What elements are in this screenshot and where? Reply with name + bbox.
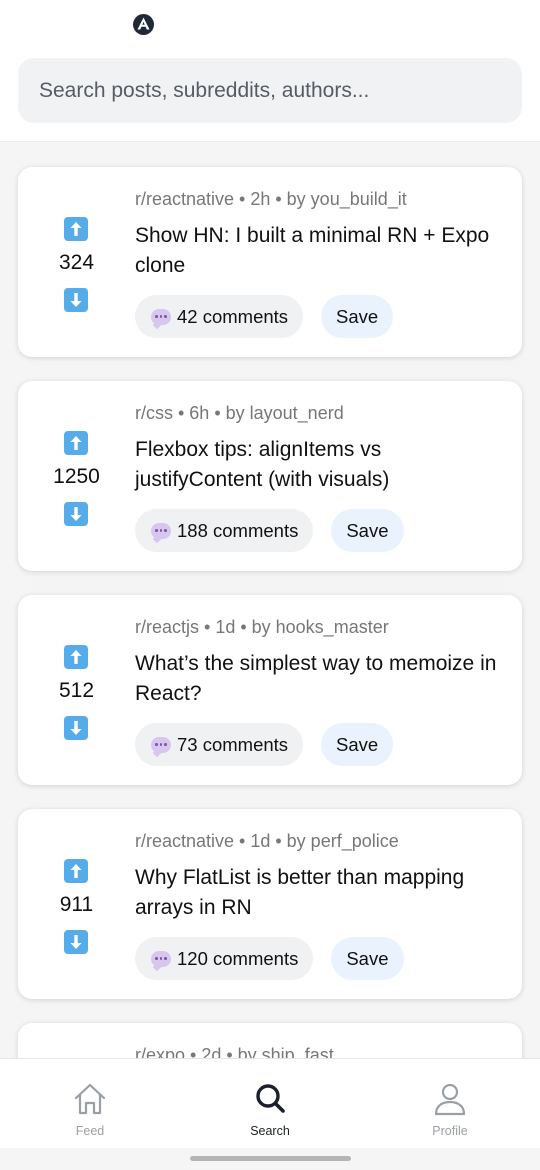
comments-button[interactable]: 42 comments <box>135 295 304 338</box>
post-feed[interactable]: 324 r/reactnative • 2h • by you_build_it… <box>0 143 540 1058</box>
downvote-icon[interactable] <box>64 930 88 954</box>
post-meta[interactable]: r/reactnative • 2h • by you_build_it <box>135 189 407 210</box>
tab-search[interactable]: Search <box>180 1059 360 1149</box>
save-button[interactable]: Save <box>331 937 404 980</box>
comments-count: 188 comments <box>177 519 299 541</box>
comments-button[interactable]: 188 comments <box>135 509 314 552</box>
vote-score: 324 <box>58 251 95 274</box>
post-title[interactable]: Show HN: I built a minimal RN + Expo clo… <box>135 221 507 281</box>
comment-bubble-icon <box>151 522 171 539</box>
save-button[interactable]: Save <box>321 723 394 766</box>
vote-column: 512 <box>18 595 135 785</box>
tab-label: Profile <box>432 1124 468 1138</box>
upvote-icon[interactable] <box>64 431 88 455</box>
tab-label: Search <box>250 1124 290 1138</box>
post-card[interactable]: 911 r/reactnative • 1d • by perf_police … <box>18 809 522 999</box>
post-meta[interactable]: r/reactjs • 1d • by hooks_master <box>135 617 389 638</box>
tab-feed[interactable]: Feed <box>0 1059 180 1149</box>
downvote-icon[interactable] <box>64 502 88 526</box>
post-card[interactable]: 324 r/reactnative • 2h • by you_build_it… <box>18 167 522 357</box>
post-meta[interactable]: r/css • 6h • by layout_nerd <box>135 403 344 424</box>
comments-count: 42 comments <box>177 305 289 327</box>
vote-column: 324 <box>18 167 135 357</box>
save-button[interactable]: Save <box>331 509 404 552</box>
vote-column: 911 <box>18 809 135 999</box>
upvote-icon[interactable] <box>64 645 88 669</box>
upvote-icon[interactable] <box>64 217 88 241</box>
save-button[interactable]: Save <box>321 295 394 338</box>
comments-button[interactable]: 120 comments <box>135 937 314 980</box>
bottom-tab-bar: Feed Search Profile <box>0 1058 540 1148</box>
comment-bubble-icon <box>151 736 171 753</box>
post-card[interactable]: r/expo • 2d • by ship_fast <box>18 1023 522 1058</box>
comments-count: 73 comments <box>177 733 289 755</box>
tab-label: Feed <box>75 1124 105 1138</box>
home-indicator <box>190 1156 351 1161</box>
post-card[interactable]: 1250 r/css • 6h • by layout_nerd Flexbox… <box>18 381 522 571</box>
vote-score: 911 <box>59 893 94 916</box>
post-meta[interactable]: r/reactnative • 1d • by perf_police <box>135 831 399 852</box>
post-card[interactable]: 512 r/reactjs • 1d • by hooks_master Wha… <box>18 595 522 785</box>
downvote-icon[interactable] <box>64 288 88 312</box>
upvote-icon[interactable] <box>64 859 88 883</box>
vote-score: 1250 <box>53 465 100 488</box>
comments-count: 120 comments <box>177 947 299 969</box>
search-icon <box>256 1084 285 1113</box>
downvote-icon[interactable] <box>64 716 88 740</box>
top-header <box>0 0 540 142</box>
user-icon <box>434 1083 466 1116</box>
post-title[interactable]: Why FlatList is better than mapping arra… <box>135 863 507 923</box>
post-title[interactable]: Flexbox tips: alignItems vs justifyConte… <box>135 435 507 495</box>
app-logo-icon <box>133 14 154 35</box>
comment-bubble-icon <box>151 308 171 325</box>
tab-profile[interactable]: Profile <box>360 1059 540 1149</box>
home-icon <box>74 1083 106 1115</box>
vote-column: 1250 <box>18 381 135 571</box>
comments-button[interactable]: 73 comments <box>135 723 304 766</box>
comment-bubble-icon <box>151 950 171 967</box>
post-meta[interactable]: r/expo • 2d • by ship_fast <box>135 1045 334 1058</box>
vote-score: 512 <box>58 679 95 702</box>
post-title[interactable]: What’s the simplest way to memoize in Re… <box>135 649 507 709</box>
search-input[interactable] <box>18 58 522 123</box>
